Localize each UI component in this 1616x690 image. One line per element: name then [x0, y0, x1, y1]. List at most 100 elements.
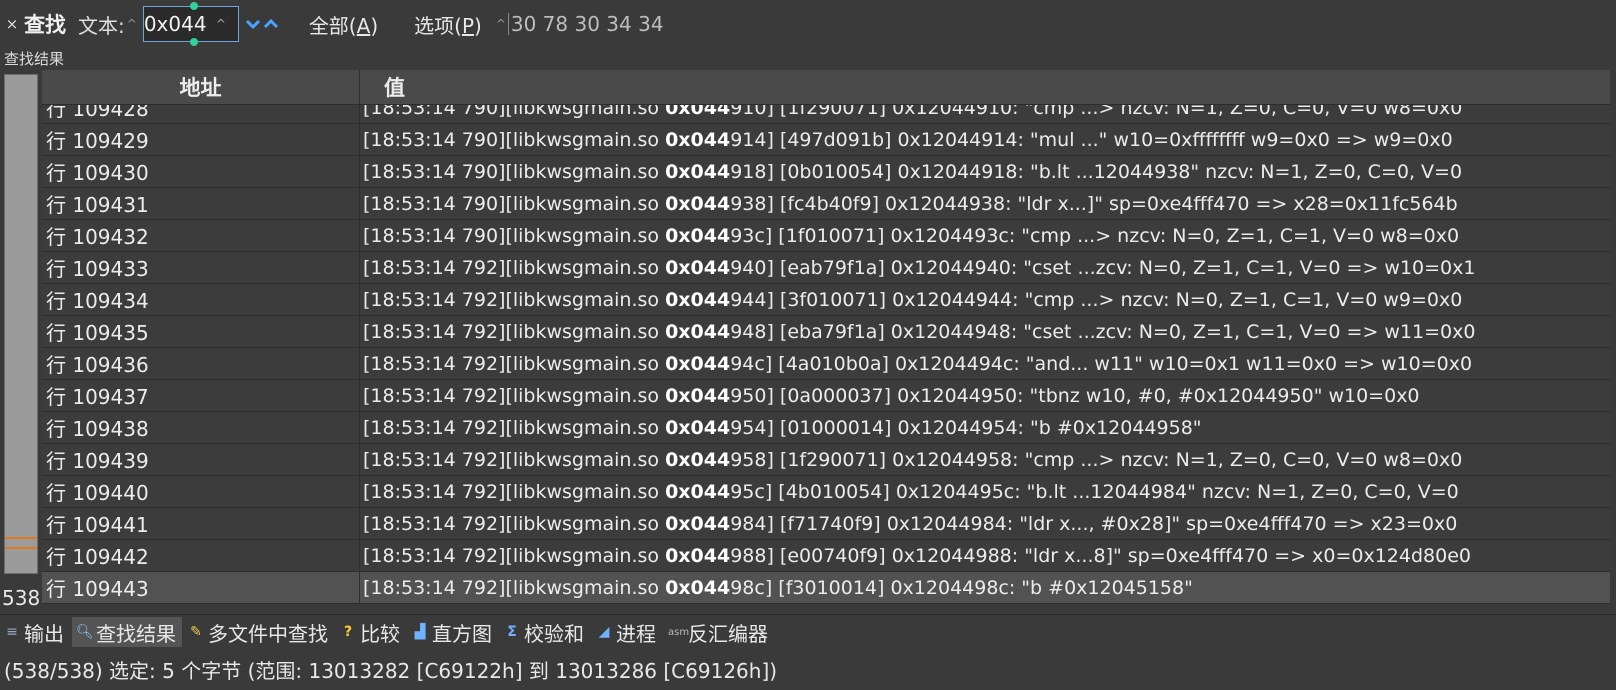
tab-process[interactable]: ◢ 进程: [592, 617, 662, 647]
row-address-cell: 行 109440: [42, 476, 360, 507]
table-row[interactable]: 行 109434 [18:53:14 792][libkwsgmain.so 0x…: [42, 284, 1616, 316]
row-address-cell: 行 109432: [42, 220, 360, 251]
search-match-highlight: 0x044: [665, 224, 731, 247]
row-value-cell: [18:53:14 792][libkwsgmain.so 0x044954] …: [360, 417, 1616, 439]
overview-count: 538: [2, 586, 41, 610]
find-previous-icon[interactable]: [263, 14, 279, 35]
value-suffix: 95c] [4b010054] 0x1204495c: "b.lt ...120…: [730, 480, 1459, 503]
table-row[interactable]: 行 109431 [18:53:14 790][libkwsgmain.so 0x…: [42, 188, 1616, 220]
hex-preview: 30 78 30 34 34: [510, 12, 664, 36]
column-header-value[interactable]: 值: [360, 70, 405, 104]
value-suffix: 914] [497d091b] 0x12044914: "mul ..." w1…: [730, 128, 1453, 151]
table-row[interactable]: 行 109441 [18:53:14 792][libkwsgmain.so 0x…: [42, 508, 1616, 540]
value-suffix: 984] [f71740f9] 0x12044984: "ldr x..., #…: [730, 512, 1458, 535]
options-caret-icon[interactable]: ^: [496, 17, 506, 31]
status-bar: (538/538) 选定: 5 个字节 (范围: 13013282 [C6912…: [0, 648, 1616, 690]
row-address-cell: 行 109434: [42, 284, 360, 315]
tab-find-in-files[interactable]: ✎ 多文件中查找: [184, 617, 334, 647]
table-row[interactable]: 行 109443 [18:53:14 792][libkwsgmain.so 0x…: [42, 572, 1616, 604]
search-dropdown-icon[interactable]: ^: [216, 17, 226, 31]
row-address-cell: 行 109428: [42, 105, 360, 123]
value-prefix: [18:53:14 792][libkwsgmain.so: [363, 288, 666, 311]
options-button[interactable]: 选项(P): [414, 10, 482, 39]
find-toolbar: × 查找 文本: ^ ^ 全部(A) 选项(P) ^ 30 78 30 34 3…: [0, 0, 1616, 48]
row-address-cell: 行 109439: [42, 444, 360, 475]
search-match-highlight: 0x044: [665, 416, 731, 439]
row-address-cell: 行 109438: [42, 412, 360, 443]
table-row[interactable]: 行 109430 [18:53:14 790][libkwsgmain.so 0x…: [42, 156, 1616, 188]
value-prefix: [18:53:14 790][libkwsgmain.so: [363, 160, 666, 183]
selection-handle-top-icon[interactable]: [189, 2, 198, 10]
tab-label: 查找结果: [96, 621, 176, 646]
find-next-icon[interactable]: [245, 14, 261, 35]
table-body[interactable]: 行 109428 [18:53:14 790][libkwsgmain.so 0x…: [42, 105, 1616, 610]
row-value-cell: [18:53:14 792][libkwsgmain.so 0x04495c] …: [360, 481, 1616, 503]
search-match-highlight: 0x044: [665, 192, 731, 215]
table-row[interactable]: 行 109428 [18:53:14 790][libkwsgmain.so 0x…: [42, 105, 1616, 124]
value-suffix: 940] [eab79f1a] 0x12044940: "cset ...zcv…: [730, 256, 1476, 279]
history-caret-icon[interactable]: ^: [127, 17, 137, 31]
table-row[interactable]: 行 109435 [18:53:14 792][libkwsgmain.so 0x…: [42, 316, 1616, 348]
table-row[interactable]: 行 109429 [18:53:14 790][libkwsgmain.so 0x…: [42, 124, 1616, 156]
value-suffix: 950] [0a000037] 0x12044950: "tbnz w10, #…: [730, 384, 1420, 407]
row-value-cell: [18:53:14 792][libkwsgmain.so 0x044950] …: [360, 385, 1616, 407]
value-suffix: 918] [0b010054] 0x12044918: "b.lt ...120…: [730, 160, 1463, 183]
row-address-cell: 行 109429: [42, 124, 360, 155]
search-input[interactable]: [143, 12, 214, 36]
tab-label: 校验和: [524, 621, 584, 646]
tab-label: 进程: [616, 621, 656, 646]
table-row[interactable]: 行 109442 [18:53:14 792][libkwsgmain.so 0x…: [42, 540, 1616, 572]
table-row[interactable]: 行 109436 [18:53:14 792][libkwsgmain.so 0x…: [42, 348, 1616, 380]
search-match-highlight: 0x044: [665, 128, 731, 151]
tab-label: 反汇编器: [688, 621, 768, 646]
value-suffix: 954] [01000014] 0x12044954: "b #0x120449…: [730, 416, 1202, 439]
row-value-cell: [18:53:14 792][libkwsgmain.so 0x044984] …: [360, 513, 1616, 535]
vertical-scrollbar[interactable]: [1610, 70, 1616, 610]
tab-label: 比较: [360, 621, 400, 646]
value-prefix: [18:53:14 792][libkwsgmain.so: [363, 544, 666, 567]
find-in-files-icon: ✎: [190, 624, 202, 640]
row-address-cell: 行 109435: [42, 316, 360, 347]
table-row[interactable]: 行 109432 [18:53:14 790][libkwsgmain.so 0x…: [42, 220, 1616, 252]
row-address-cell: 行 109436: [42, 348, 360, 379]
row-address-cell: 行 109430: [42, 156, 360, 187]
table-row[interactable]: 行 109440 [18:53:14 792][libkwsgmain.so 0x…: [42, 476, 1616, 508]
tab-histogram[interactable]: ▟ 直方图: [408, 617, 498, 647]
search-field[interactable]: ^: [142, 2, 239, 46]
results-overview-bar[interactable]: [4, 74, 38, 574]
table-row[interactable]: 行 109438 [18:53:14 792][libkwsgmain.so 0x…: [42, 412, 1616, 444]
value-prefix: [18:53:14 792][libkwsgmain.so: [363, 320, 666, 343]
value-prefix: [18:53:14 792][libkwsgmain.so: [363, 416, 666, 439]
selection-handle-bottom-icon[interactable]: [189, 38, 198, 46]
value-prefix: [18:53:14 790][libkwsgmain.so: [363, 224, 666, 247]
row-value-cell: [18:53:14 790][libkwsgmain.so 0x044918] …: [360, 161, 1616, 183]
tab-compare[interactable]: ? 比较: [336, 617, 406, 647]
hex-divider: [507, 13, 509, 35]
value-prefix: [18:53:14 792][libkwsgmain.so: [363, 256, 666, 279]
search-match-highlight: 0x044: [665, 352, 731, 375]
row-value-cell: [18:53:14 792][libkwsgmain.so 0x04498c] …: [360, 577, 1616, 599]
find-all-label: 全部(: [308, 13, 357, 38]
histogram-icon: ▟: [414, 624, 426, 640]
tab-find-results[interactable]: 🔍︎ 查找结果: [72, 617, 182, 647]
row-value-cell: [18:53:14 792][libkwsgmain.so 0x044944] …: [360, 289, 1616, 311]
value-prefix: [18:53:14 790][libkwsgmain.so: [363, 128, 666, 151]
checksum-icon: Σ: [507, 624, 517, 640]
table-row[interactable]: 行 109439 [18:53:14 792][libkwsgmain.so 0x…: [42, 444, 1616, 476]
value-suffix: 94c] [4a010b0a] 0x1204494c: "and... w11"…: [730, 352, 1473, 375]
row-address-cell: 行 109431: [42, 188, 360, 219]
row-value-cell: [18:53:14 790][libkwsgmain.so 0x044914] …: [360, 129, 1616, 151]
tab-checksum[interactable]: Σ 校验和: [500, 617, 590, 647]
table-row[interactable]: 行 109433 [18:53:14 792][libkwsgmain.so 0x…: [42, 252, 1616, 284]
column-header-address[interactable]: 地址: [42, 70, 360, 104]
tab-output[interactable]: ≡ 输出: [0, 617, 70, 647]
find-all-button[interactable]: 全部(A): [309, 10, 378, 39]
table-header: 地址 值: [42, 70, 1616, 105]
tab-disassembler[interactable]: asm 反汇编器: [664, 617, 774, 647]
row-value-cell: [18:53:14 792][libkwsgmain.so 0x044940] …: [360, 257, 1616, 279]
value-suffix: 944] [3f010071] 0x12044944: "cmp ...> nz…: [730, 288, 1463, 311]
close-find-button[interactable]: ×: [4, 15, 20, 33]
table-row[interactable]: 行 109437 [18:53:14 792][libkwsgmain.so 0x…: [42, 380, 1616, 412]
find-all-accesskey: A: [356, 13, 371, 38]
value-prefix: [18:53:14 792][libkwsgmain.so: [363, 480, 666, 503]
